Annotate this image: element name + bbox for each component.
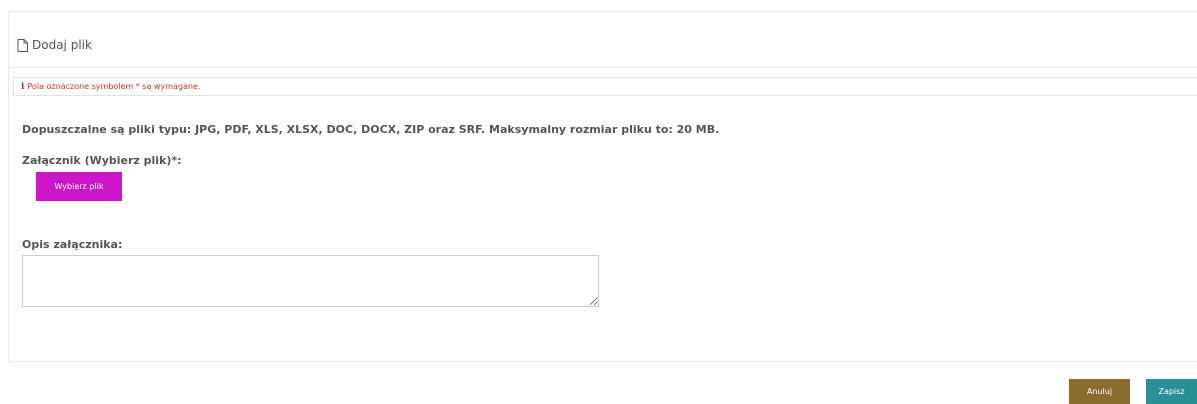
panel-title: Dodaj plik [17, 37, 92, 53]
save-button[interactable]: Zapisz [1146, 379, 1197, 404]
attachment-description-field[interactable] [22, 255, 599, 307]
required-fields-text: Pola oznaczone symbolem * są wymagane. [27, 82, 201, 91]
panel-header: Dodaj plik [9, 12, 1197, 68]
attachment-description-label: Opis załącznika: [22, 238, 123, 251]
panel-title-text: Dodaj plik [32, 38, 92, 52]
allowed-file-types-text: Dopuszczalne są pliki typu: JPG, PDF, XL… [22, 123, 720, 136]
info-icon: i [21, 81, 25, 92]
add-file-panel: Dodaj plik i Pola oznaczone symbolem * s… [8, 11, 1197, 362]
cancel-button[interactable]: Anuluj [1069, 379, 1130, 404]
file-icon [17, 38, 28, 52]
choose-file-button[interactable]: Wybierz plik [36, 172, 122, 201]
required-fields-notice: i Pola oznaczone symbolem * są wymagane. [13, 77, 1197, 96]
attachment-label: Załącznik (Wybierz plik)*: [22, 154, 182, 167]
